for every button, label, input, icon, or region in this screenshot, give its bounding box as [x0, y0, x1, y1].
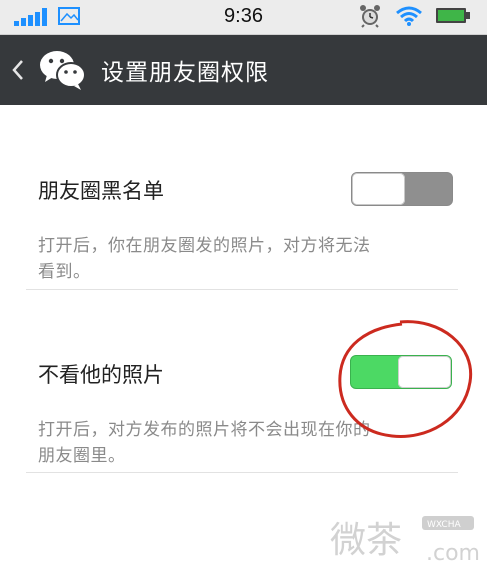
blacklist-label: 朋友圈黑名单 [38, 179, 164, 203]
hide-photos-description: 打开后，对方发布的照片将不会出现在你的 朋友圈里。 [38, 417, 458, 469]
status-bar: 9:36 [0, 0, 487, 35]
divider [26, 472, 458, 473]
toggle-knob [352, 173, 405, 205]
blacklist-toggle[interactable] [351, 172, 453, 206]
hide-photos-label: 不看他的照片 [38, 363, 164, 387]
description-line: 打开后，对方发布的照片将不会出现在你的 [38, 420, 371, 440]
watermark-logo: 微茶 WXCHA .com [326, 508, 484, 572]
page-title: 设置朋友圈权限 [101, 60, 269, 86]
description-line: 朋友圈里。 [38, 446, 126, 466]
top-bar: 设置朋友圈权限 [0, 35, 487, 105]
wechat-logo-icon [40, 51, 86, 90]
watermark-text: 微茶 [330, 520, 402, 561]
back-chevron-icon[interactable] [10, 57, 26, 83]
description-line: 打开后，你在朋友圈发的照片，对方将无法 [38, 236, 371, 256]
battery-icon [436, 8, 470, 23]
wifi-icon [396, 6, 422, 26]
watermark-domain: .com [426, 541, 480, 566]
toggle-knob [398, 356, 451, 388]
hide-photos-toggle[interactable] [350, 355, 452, 389]
alarm-clock-icon [360, 5, 380, 28]
watermark-tag: WXCHA [427, 520, 461, 530]
description-line: 看到。 [38, 262, 91, 282]
blacklist-description: 打开后，你在朋友圈发的照片，对方将无法 看到。 [38, 233, 458, 285]
divider [26, 289, 458, 290]
